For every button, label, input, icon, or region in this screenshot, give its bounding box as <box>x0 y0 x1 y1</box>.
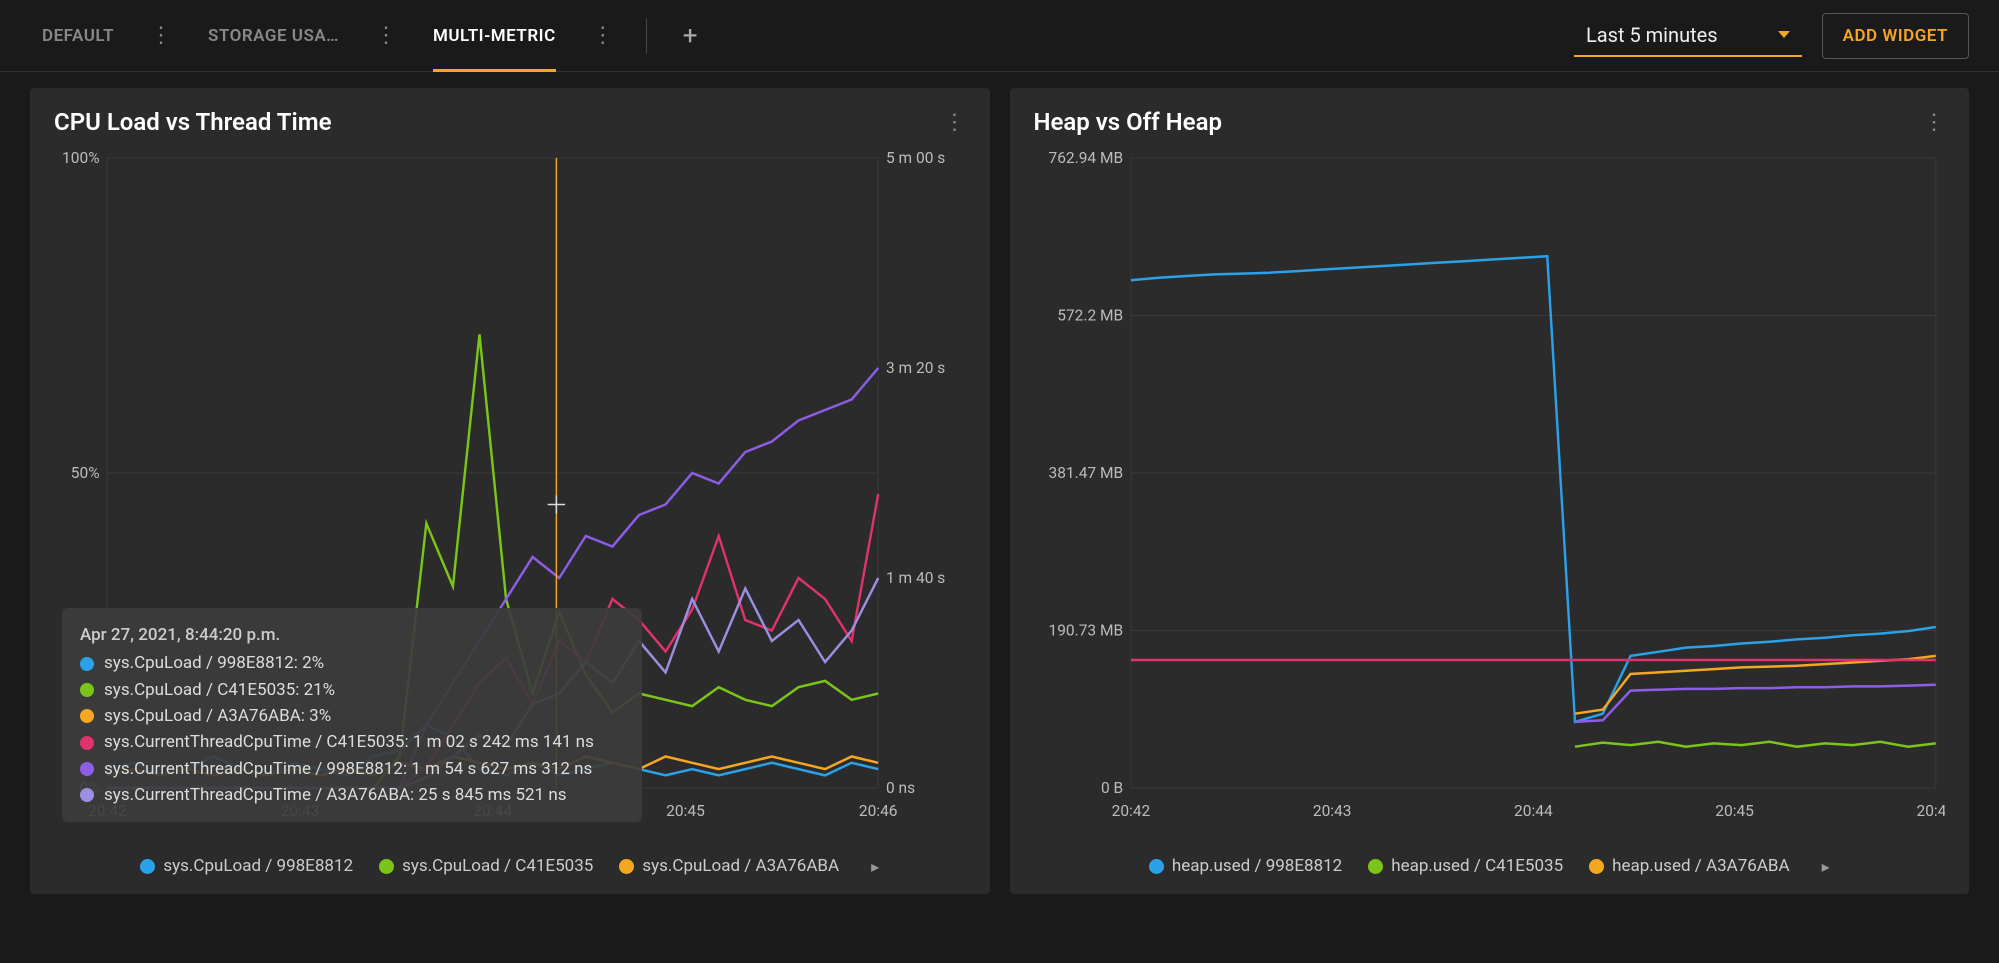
tooltip-row: sys.CurrentThreadCpuTime / 998E8812: 1 m… <box>80 756 624 782</box>
top-bar: DEFAULT ⋮ STORAGE USA… ⋮ MULTI-METRIC ⋮ … <box>0 0 1999 72</box>
panels-row: CPU Load vs Thread Time ⋮ 0%50%100%0 ns1… <box>0 72 1999 910</box>
svg-text:50%: 50% <box>71 463 100 482</box>
legend-right: heap.used / 998E8812 heap.used / C41E5035… <box>1034 856 1946 876</box>
legend-item[interactable]: sys.CpuLoad / 998E8812 <box>140 856 353 876</box>
svg-text:20:42: 20:42 <box>1111 801 1150 820</box>
legend-more-icon[interactable]: ▸ <box>1822 857 1830 876</box>
svg-text:0 B: 0 B <box>1100 778 1122 797</box>
svg-text:0 ns: 0 ns <box>886 778 915 797</box>
svg-text:762.94 MB: 762.94 MB <box>1048 148 1123 167</box>
legend-item[interactable]: sys.CpuLoad / C41E5035 <box>379 856 593 876</box>
tooltip-row: sys.CpuLoad / C41E5035: 21% <box>80 677 624 703</box>
add-tab-button[interactable]: + <box>663 21 718 51</box>
svg-text:381.47 MB: 381.47 MB <box>1048 463 1123 482</box>
svg-text:20:44: 20:44 <box>1514 801 1553 820</box>
panel-cpu-thread: CPU Load vs Thread Time ⋮ 0%50%100%0 ns1… <box>30 88 990 894</box>
svg-text:20:46: 20:46 <box>1916 801 1945 820</box>
tab-menu-icon[interactable]: ⋮ <box>359 23 413 48</box>
tooltip-row: sys.CpuLoad / A3A76ABA: 3% <box>80 703 624 729</box>
time-range-label: Last 5 minutes <box>1586 23 1718 47</box>
panel-menu-icon[interactable]: ⋮ <box>1923 110 1945 135</box>
svg-text:20:45: 20:45 <box>666 801 705 820</box>
svg-text:100%: 100% <box>62 148 100 167</box>
tabs: DEFAULT ⋮ STORAGE USA… ⋮ MULTI-METRIC ⋮ … <box>30 0 717 72</box>
panel-title: Heap vs Off Heap <box>1034 108 1222 136</box>
legend-item[interactable]: heap.used / C41E5035 <box>1368 856 1563 876</box>
add-widget-button[interactable]: ADD WIDGET <box>1822 13 1969 59</box>
svg-text:20:43: 20:43 <box>1312 801 1351 820</box>
legend-item[interactable]: sys.CpuLoad / A3A76ABA <box>619 856 839 876</box>
panel-menu-icon[interactable]: ⋮ <box>944 110 966 135</box>
tab-menu-icon[interactable]: ⋮ <box>576 23 630 48</box>
chart-right[interactable]: 0 B 190.73 MB 381.47 MB 572.2 MB 762.94 MB 20… <box>1034 148 1946 848</box>
tab-multi-metric[interactable]: MULTI-METRIC <box>421 0 568 72</box>
tooltip-time: Apr 27, 2021, 8:44:20 p.m. <box>80 622 624 648</box>
svg-text:3 m 20 s: 3 m 20 s <box>886 358 945 377</box>
svg-text:190.73 MB: 190.73 MB <box>1048 620 1123 639</box>
panel-title: CPU Load vs Thread Time <box>54 108 331 136</box>
caret-down-icon <box>1778 31 1790 38</box>
legend-item[interactable]: heap.used / 998E8812 <box>1149 856 1342 876</box>
tooltip-row: sys.CurrentThreadCpuTime / C41E5035: 1 m… <box>80 729 624 755</box>
tooltip: Apr 27, 2021, 8:44:20 p.m. sys.CpuLoad /… <box>62 608 642 822</box>
chart-left[interactable]: 0%50%100%0 ns1 m 40 s3 m 20 s5 m 00 s20:… <box>54 148 966 848</box>
tooltip-row: sys.CpuLoad / 998E8812: 2% <box>80 650 624 676</box>
tab-storage[interactable]: STORAGE USA… <box>196 0 351 72</box>
legend-left: sys.CpuLoad / 998E8812 sys.CpuLoad / C41E… <box>54 856 966 876</box>
tab-menu-icon[interactable]: ⋮ <box>134 23 188 48</box>
svg-text:1 m 40 s: 1 m 40 s <box>886 568 945 587</box>
divider <box>646 18 647 54</box>
svg-text:572.2 MB: 572.2 MB <box>1057 305 1123 324</box>
legend-item[interactable]: heap.used / A3A76ABA <box>1589 856 1789 876</box>
tooltip-row: sys.CurrentThreadCpuTime / A3A76ABA: 25 … <box>80 782 624 808</box>
svg-text:20:45: 20:45 <box>1715 801 1754 820</box>
tab-default[interactable]: DEFAULT <box>30 0 126 72</box>
svg-text:20:46: 20:46 <box>859 801 898 820</box>
svg-text:5 m 00 s: 5 m 00 s <box>886 148 945 167</box>
panel-heap: Heap vs Off Heap ⋮ 0 B 190.73 MB 381.47 MB… <box>1010 88 1970 894</box>
legend-more-icon[interactable]: ▸ <box>871 857 879 876</box>
time-range-selector[interactable]: Last 5 minutes <box>1574 15 1802 57</box>
